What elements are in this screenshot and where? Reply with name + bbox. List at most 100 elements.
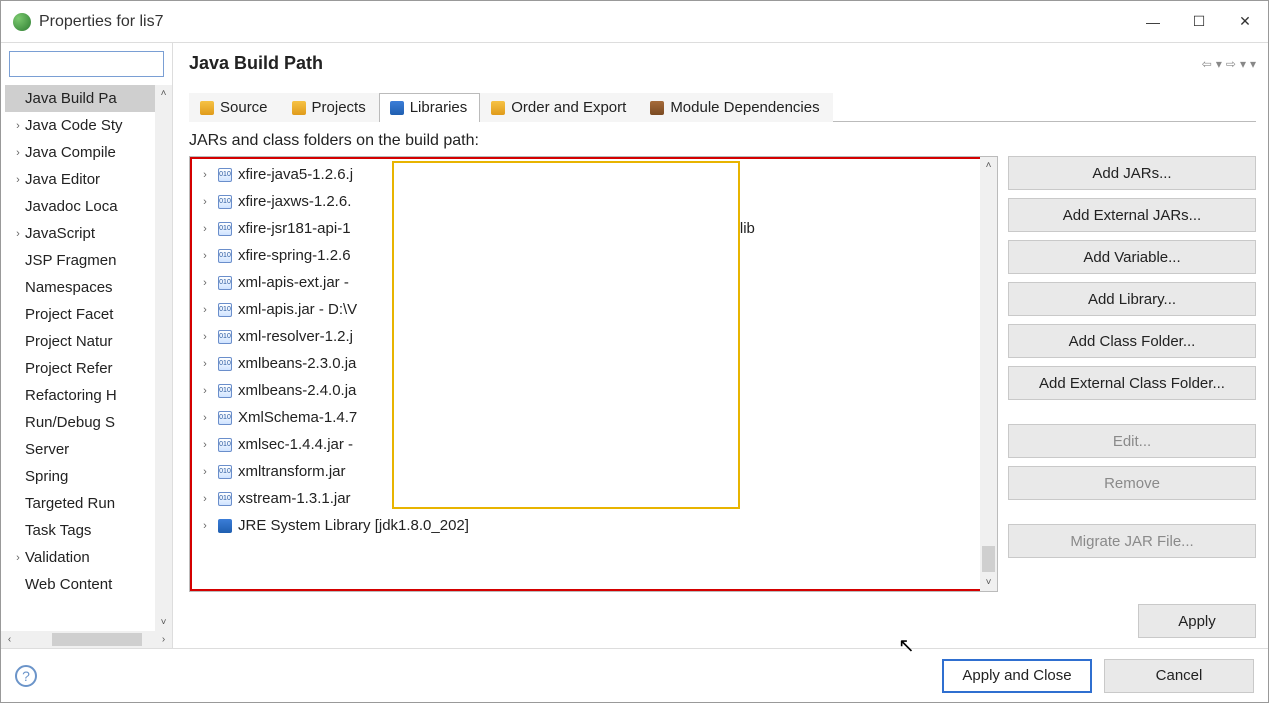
jar-entry[interactable]: ›010xml-apis.jar - D:\V <box>192 296 995 323</box>
nav-item[interactable]: ›Java Editor <box>5 166 172 193</box>
maximize-button[interactable]: ☐ <box>1176 6 1222 38</box>
scroll-down-icon[interactable]: ˅ <box>155 614 172 631</box>
scroll-down-icon[interactable]: ˅ <box>980 574 997 591</box>
jar-entry[interactable]: ›010XmlSchema-1.4.7\lib <box>192 404 995 431</box>
scroll-right-icon[interactable]: › <box>155 631 172 648</box>
app-icon <box>13 13 31 31</box>
libraries-icon <box>390 101 404 115</box>
nav-item[interactable]: ›Java Compile <box>5 139 172 166</box>
jar-entry[interactable]: ›010xmlbeans-2.3.0.jaɔ <box>192 350 995 377</box>
jar-entry[interactable]: ›010xml-resolver-1.2.jib <box>192 323 995 350</box>
jar-entry[interactable]: ›010xml-apis-ext.jar - <box>192 269 995 296</box>
scroll-thumb[interactable] <box>982 546 995 572</box>
back-icon[interactable]: ⇦ <box>1202 57 1212 71</box>
add-variable-button[interactable]: Add Variable... <box>1008 240 1256 274</box>
nav-item[interactable]: Javadoc Loca <box>5 193 172 220</box>
jar-tree[interactable]: ›010xfire-java5-1.2.6.jib›010xfire-jaxws… <box>189 156 998 592</box>
tab-projects[interactable]: Projects <box>281 93 379 122</box>
expand-icon[interactable]: › <box>198 223 212 235</box>
nav-item-label: Namespaces <box>25 279 113 296</box>
nav-item[interactable]: ›Java Code Sty <box>5 112 172 139</box>
add-external-jars-button[interactable]: Add External JARs... <box>1008 198 1256 232</box>
add-external-class-folder-button[interactable]: Add External Class Folder... <box>1008 366 1256 400</box>
nav-item[interactable]: Refactoring H <box>5 382 172 409</box>
scroll-up-icon[interactable]: ˄ <box>980 157 997 174</box>
tab-order-export[interactable]: Order and Export <box>480 93 639 122</box>
minimize-button[interactable]: — <box>1130 6 1176 38</box>
jar-entry[interactable]: ›010xfire-java5-1.2.6.jib <box>192 161 995 188</box>
apply-and-close-button[interactable]: Apply and Close <box>942 659 1092 693</box>
jar-entry[interactable]: ›010xmlbeans-2.4.0.jaɔ <box>192 377 995 404</box>
nav-item[interactable]: Run/Debug S <box>5 409 172 436</box>
nav-item[interactable]: Namespaces <box>5 274 172 301</box>
nav-tree[interactable]: Java Build Pa›Java Code Sty›Java Compile… <box>1 85 172 631</box>
expand-icon[interactable]: › <box>198 358 212 370</box>
expand-icon[interactable]: › <box>198 520 212 532</box>
add-jars-button[interactable]: Add JARs... <box>1008 156 1256 190</box>
nav-item[interactable]: Web Content <box>5 571 172 598</box>
nav-item[interactable]: JSP Fragmen <box>5 247 172 274</box>
tab-source[interactable]: Source <box>189 93 281 122</box>
subheading: JARs and class folders on the build path… <box>189 132 1256 150</box>
expand-icon[interactable]: › <box>11 552 25 564</box>
nav-item[interactable]: Project Refer <box>5 355 172 382</box>
forward-icon[interactable]: ⇨ <box>1226 57 1236 71</box>
nav-item[interactable]: Targeted Run <box>5 490 172 517</box>
expand-icon[interactable]: › <box>11 120 25 132</box>
tab-libraries[interactable]: Libraries <box>379 93 481 122</box>
expand-icon[interactable]: › <box>198 304 212 316</box>
back-menu-icon[interactable]: ▾ <box>1216 57 1222 71</box>
expand-icon[interactable]: › <box>198 493 212 505</box>
expand-icon[interactable]: › <box>198 466 212 478</box>
nav-item-label: Refactoring H <box>25 387 117 404</box>
jar-name-right: ib <box>699 328 711 345</box>
expand-icon[interactable]: › <box>198 250 212 262</box>
forward-menu-icon[interactable]: ▾ <box>1240 57 1246 71</box>
nav-item[interactable]: Java Build Pa <box>5 85 172 112</box>
nav-scrollbar-vertical[interactable]: ˄ ˅ <box>155 85 172 631</box>
jar-icon: 010 <box>218 492 232 506</box>
jar-entry[interactable]: ›010xfire-jsr181-api-1B-INF\lib <box>192 215 995 242</box>
nav-item[interactable]: ›JavaScript <box>5 220 172 247</box>
cancel-button[interactable]: Cancel <box>1104 659 1254 693</box>
jar-entry[interactable]: ›010xfire-jaxws-1.2.6.ib <box>192 188 995 215</box>
jar-entry[interactable]: ›010xmlsec-1.4.4.jar - <box>192 431 995 458</box>
close-button[interactable]: ✕ <box>1222 6 1268 38</box>
add-class-folder-button[interactable]: Add Class Folder... <box>1008 324 1256 358</box>
scroll-thumb[interactable] <box>52 633 142 646</box>
jar-icon: 010 <box>218 168 232 182</box>
apply-button[interactable]: Apply <box>1138 604 1256 638</box>
expand-icon[interactable]: › <box>198 331 212 343</box>
tab-module-deps[interactable]: Module Dependencies <box>639 93 832 122</box>
expand-icon[interactable]: › <box>198 277 212 289</box>
jre-library-entry[interactable]: ›JRE System Library [jdk1.8.0_202] <box>192 512 995 539</box>
expand-icon[interactable]: › <box>198 412 212 424</box>
scroll-left-icon[interactable]: ‹ <box>1 631 18 648</box>
expand-icon[interactable]: › <box>11 147 25 159</box>
expand-icon[interactable]: › <box>11 228 25 240</box>
view-menu-icon[interactable]: ▾ <box>1250 57 1256 71</box>
add-library-button[interactable]: Add Library... <box>1008 282 1256 316</box>
nav-item[interactable]: ›Validation <box>5 544 172 571</box>
expand-icon[interactable]: › <box>11 174 25 186</box>
nav-scrollbar-horizontal[interactable]: ‹ › <box>1 631 172 648</box>
jar-entry[interactable]: ›010xmltransform.jar <box>192 458 995 485</box>
nav-item[interactable]: Server <box>5 436 172 463</box>
projects-icon <box>292 101 306 115</box>
jar-entry[interactable]: ›010xfire-spring-1.2.6\lib <box>192 242 995 269</box>
expand-icon[interactable]: › <box>198 439 212 451</box>
scroll-up-icon[interactable]: ˄ <box>155 85 172 102</box>
nav-item[interactable]: Spring <box>5 463 172 490</box>
expand-icon[interactable]: › <box>198 169 212 181</box>
nav-item[interactable]: Project Natur <box>5 328 172 355</box>
nav-item[interactable]: Project Facet <box>5 301 172 328</box>
jar-entry[interactable]: ›010xstream-1.3.1.jar <box>192 485 995 512</box>
tree-scrollbar-vertical[interactable]: ˄ ˅ <box>980 157 997 591</box>
expand-icon[interactable]: › <box>198 385 212 397</box>
expand-icon[interactable]: › <box>198 196 212 208</box>
filter-input[interactable] <box>9 51 164 77</box>
tab-label: Source <box>220 99 268 116</box>
help-icon[interactable]: ? <box>15 665 37 687</box>
jar-name-left: XmlSchema-1.4.7 <box>238 409 357 426</box>
nav-item[interactable]: Task Tags <box>5 517 172 544</box>
